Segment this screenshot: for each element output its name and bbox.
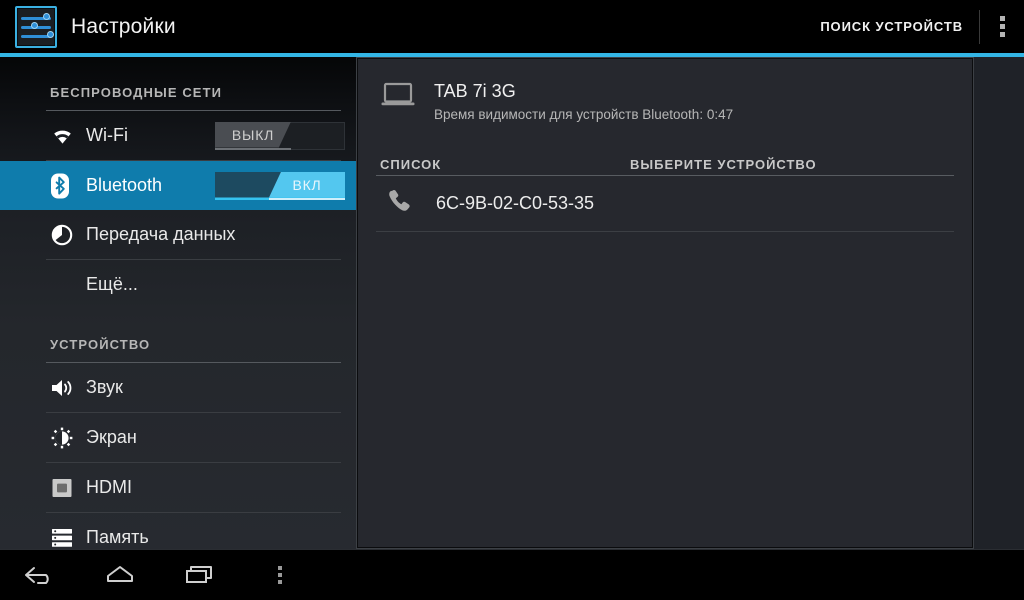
sidebar-item-sound[interactable]: Звук: [0, 363, 357, 412]
bluetooth-panel: TAB 7i 3G Время видимости для устройств …: [357, 58, 973, 548]
bluetooth-toggle-switch[interactable]: ВКЛ: [215, 171, 345, 200]
sidebar-item-label: Передача данных: [86, 224, 236, 244]
recents-icon[interactable]: [160, 549, 240, 600]
switch-thumb: ВКЛ: [269, 171, 345, 198]
sidebar-item-label: Wi-Fi: [86, 125, 128, 145]
sidebar-item-data-usage[interactable]: Передача данных: [0, 210, 357, 259]
system-navigation-bar: [0, 549, 1024, 600]
switch-underline: [215, 147, 291, 150]
menu-dots-icon[interactable]: [240, 549, 320, 600]
local-device-text: TAB 7i 3G Время видимости для устройств …: [434, 81, 733, 122]
local-device-header: TAB 7i 3G Время видимости для устройств …: [358, 59, 972, 122]
phone-icon: [386, 188, 412, 219]
bluetooth-icon: [50, 173, 80, 199]
switch-thumb: ВЫКЛ: [215, 121, 291, 148]
switch-underline: [269, 197, 345, 200]
wifi-toggle-switch[interactable]: ВЫКЛ: [215, 121, 345, 150]
laptop-icon: [380, 81, 416, 114]
storage-icon: [50, 527, 80, 549]
hdmi-icon: [50, 476, 80, 500]
visibility-timer-text: Время видимости для устройств Bluetooth:…: [434, 107, 734, 122]
sidebar-item-wifi[interactable]: Wi-Fi ВЫКЛ: [0, 111, 357, 160]
settings-sliders-icon: [15, 5, 57, 48]
overflow-menu-icon[interactable]: [980, 0, 1024, 53]
sidebar-item-label: HDMI: [86, 477, 132, 497]
sidebar-item-more[interactable]: Ещё...: [0, 260, 357, 309]
sidebar-item-hdmi[interactable]: HDMI: [0, 463, 357, 512]
device-mac-label: 6C-9B-02-C0-53-35: [436, 193, 595, 213]
home-icon[interactable]: [80, 549, 160, 600]
list-header-left: СПИСОК: [380, 157, 442, 172]
list-header: СПИСОК ВЫБЕРИТЕ УСТРОЙСТВО: [376, 152, 954, 176]
action-bar-actions: ПОИСК УСТРОЙСТВ: [804, 0, 1024, 53]
page-title: Настройки: [71, 14, 176, 38]
sidebar-section-header-device: УСТРОЙСТВО: [50, 337, 151, 352]
navbar-top-hairline: [0, 549, 1024, 550]
sidebar-item-label: Память: [86, 527, 149, 547]
available-device-row[interactable]: 6C-9B-02-C0-53-35: [376, 176, 954, 232]
local-device-name: TAB 7i 3G: [434, 81, 516, 101]
sound-icon: [50, 377, 80, 399]
display-brightness-icon: [50, 426, 80, 450]
search-devices-button[interactable]: ПОИСК УСТРОЙСТВ: [804, 0, 979, 53]
action-bar: Настройки ПОИСК УСТРОЙСТВ: [0, 0, 1024, 53]
data-usage-icon: [50, 223, 80, 247]
sidebar-item-label: Звук: [86, 377, 123, 397]
settings-sidebar: БЕСПРОВОДНЫЕ СЕТИ Wi-Fi ВЫКЛ Bluetooth В…: [0, 57, 357, 563]
wifi-icon: [50, 126, 80, 146]
sidebar-item-label: Bluetooth: [86, 175, 163, 195]
sidebar-item-label: Ещё...: [86, 274, 138, 294]
sidebar-item-bluetooth[interactable]: Bluetooth ВКЛ: [0, 161, 357, 210]
android-settings-screen: Настройки ПОИСК УСТРОЙСТВ БЕСПРОВОДНЫЕ С…: [0, 0, 1024, 600]
sidebar-section-header-wireless: БЕСПРОВОДНЫЕ СЕТИ: [50, 85, 223, 100]
list-header-right: ВЫБЕРИТЕ УСТРОЙСТВО: [630, 157, 817, 172]
back-arrow-icon[interactable]: [0, 549, 80, 600]
sidebar-item-display[interactable]: Экран: [0, 413, 357, 462]
content-area: TAB 7i 3G Время видимости для устройств …: [357, 57, 1024, 549]
sidebar-item-label: Экран: [86, 427, 137, 447]
